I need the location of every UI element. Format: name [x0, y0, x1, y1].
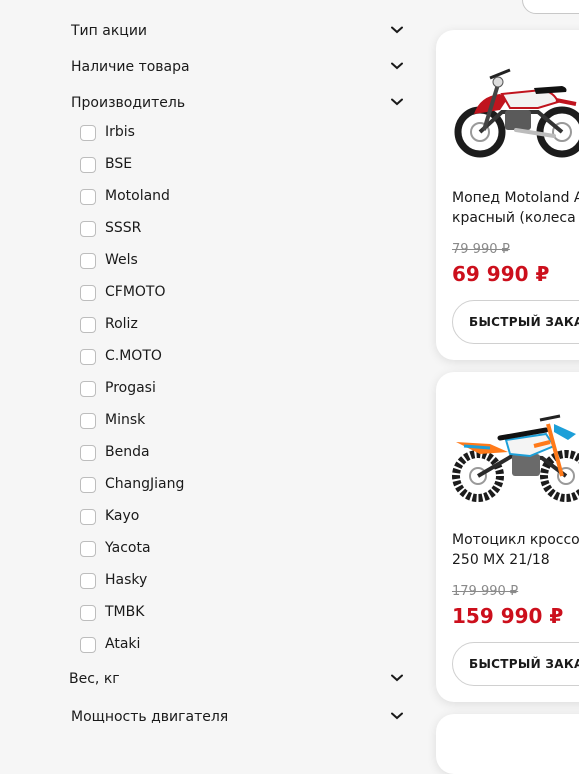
brand-option[interactable]: Minsk: [80, 410, 280, 434]
checkbox[interactable]: [80, 189, 96, 205]
checkbox[interactable]: [80, 637, 96, 653]
brand-option[interactable]: Kayo: [80, 506, 280, 530]
checkbox[interactable]: [80, 349, 96, 365]
checkbox[interactable]: [80, 253, 96, 269]
checkbox[interactable]: [80, 445, 96, 461]
filter-label: Мощность двигателя: [71, 709, 229, 725]
checkbox[interactable]: [80, 125, 96, 141]
brand-label: Hasky: [105, 572, 148, 588]
brand-option[interactable]: Motoland: [80, 186, 280, 210]
brand-label: Minsk: [105, 412, 146, 428]
filter-label: Наличие товара: [71, 59, 190, 75]
brand-option[interactable]: Roliz: [80, 314, 280, 338]
brand-option[interactable]: BSE: [80, 154, 280, 178]
brand-label: Wels: [105, 252, 138, 268]
product-card[interactable]: Мопед Motoland А красный (колеса 1 79 99…: [436, 30, 579, 360]
chevron-down-icon: [391, 674, 403, 682]
filter-label: Тип акции: [71, 23, 148, 39]
brand-label: C.MOTO: [105, 348, 162, 364]
brand-option[interactable]: Hasky: [80, 570, 280, 594]
filter-manufacturer[interactable]: Производитель: [71, 92, 407, 116]
brand-option[interactable]: Yacota: [80, 538, 280, 562]
filter-weight[interactable]: Вес, кг: [69, 668, 405, 692]
chevron-down-icon: [391, 98, 403, 106]
brand-label: Progasi: [105, 380, 156, 396]
brand-option[interactable]: Wels: [80, 250, 280, 274]
brand-label: Yacota: [105, 540, 151, 556]
brand-label: ChangJiang: [105, 476, 185, 492]
checkbox[interactable]: [80, 541, 96, 557]
chevron-down-icon: [391, 712, 403, 720]
brand-label: Benda: [105, 444, 150, 460]
checkbox[interactable]: [80, 509, 96, 525]
filter-label: Вес, кг: [69, 671, 120, 687]
brand-option[interactable]: Progasi: [80, 378, 280, 402]
brand-label: CFMOTO: [105, 284, 166, 300]
filters-sidebar: Тип акции Наличие товара Производитель I…: [0, 0, 420, 738]
product-title[interactable]: Мотоцикл кроссов 250 MX 21/18: [452, 530, 579, 570]
brand-label: TMBK: [105, 604, 145, 620]
checkbox[interactable]: [80, 477, 96, 493]
checkbox[interactable]: [80, 605, 96, 621]
quick-order-label: БЫСТРЫЙ ЗАКАЗ: [469, 315, 579, 329]
quick-order-label: БЫСТРЫЙ ЗАКАЗ: [469, 657, 579, 671]
price: 159 990 ₽: [452, 604, 564, 628]
brand-label: SSSR: [105, 220, 142, 236]
checkbox[interactable]: [80, 573, 96, 589]
filter-label: Производитель: [71, 95, 186, 111]
product-image[interactable]: [450, 394, 579, 506]
brand-option[interactable]: ChangJiang: [80, 474, 280, 498]
sort-button-partial[interactable]: [522, 0, 579, 14]
checkbox[interactable]: [80, 157, 96, 173]
checkbox[interactable]: [80, 317, 96, 333]
chevron-down-icon: [391, 26, 403, 34]
checkbox[interactable]: [80, 413, 96, 429]
brand-label: BSE: [105, 156, 133, 172]
product-image[interactable]: [450, 52, 579, 164]
checkbox[interactable]: [80, 381, 96, 397]
brand-option[interactable]: Benda: [80, 442, 280, 466]
checkbox[interactable]: [80, 221, 96, 237]
brand-option[interactable]: Irbis: [80, 122, 280, 146]
price: 69 990 ₽: [452, 262, 550, 286]
product-card[interactable]: Мотоцикл кроссов 250 MX 21/18 179 990 ₽ …: [436, 372, 579, 702]
chevron-down-icon: [391, 62, 403, 70]
brand-option[interactable]: CFMOTO: [80, 282, 280, 306]
brand-label: Roliz: [105, 316, 138, 332]
filter-engine-power[interactable]: Мощность двигателя: [71, 706, 407, 730]
old-price: 79 990 ₽: [452, 242, 510, 257]
filter-promo-type[interactable]: Тип акции: [71, 20, 407, 44]
brand-label: Ataki: [105, 636, 141, 652]
old-price: 179 990 ₽: [452, 584, 519, 599]
filter-availability[interactable]: Наличие товара: [71, 56, 407, 80]
product-card[interactable]: [436, 714, 579, 774]
brand-option[interactable]: SSSR: [80, 218, 280, 242]
brand-label: Motoland: [105, 188, 170, 204]
quick-order-button[interactable]: БЫСТРЫЙ ЗАКАЗ: [452, 642, 579, 686]
brand-option[interactable]: C.MOTO: [80, 346, 280, 370]
brand-label: Kayo: [105, 508, 140, 524]
brand-option[interactable]: Ataki: [80, 634, 280, 658]
brand-option[interactable]: TMBK: [80, 602, 280, 626]
checkbox[interactable]: [80, 285, 96, 301]
product-title[interactable]: Мопед Motoland А красный (колеса 1: [452, 188, 579, 228]
brand-label: Irbis: [105, 124, 135, 140]
quick-order-button[interactable]: БЫСТРЫЙ ЗАКАЗ: [452, 300, 579, 344]
